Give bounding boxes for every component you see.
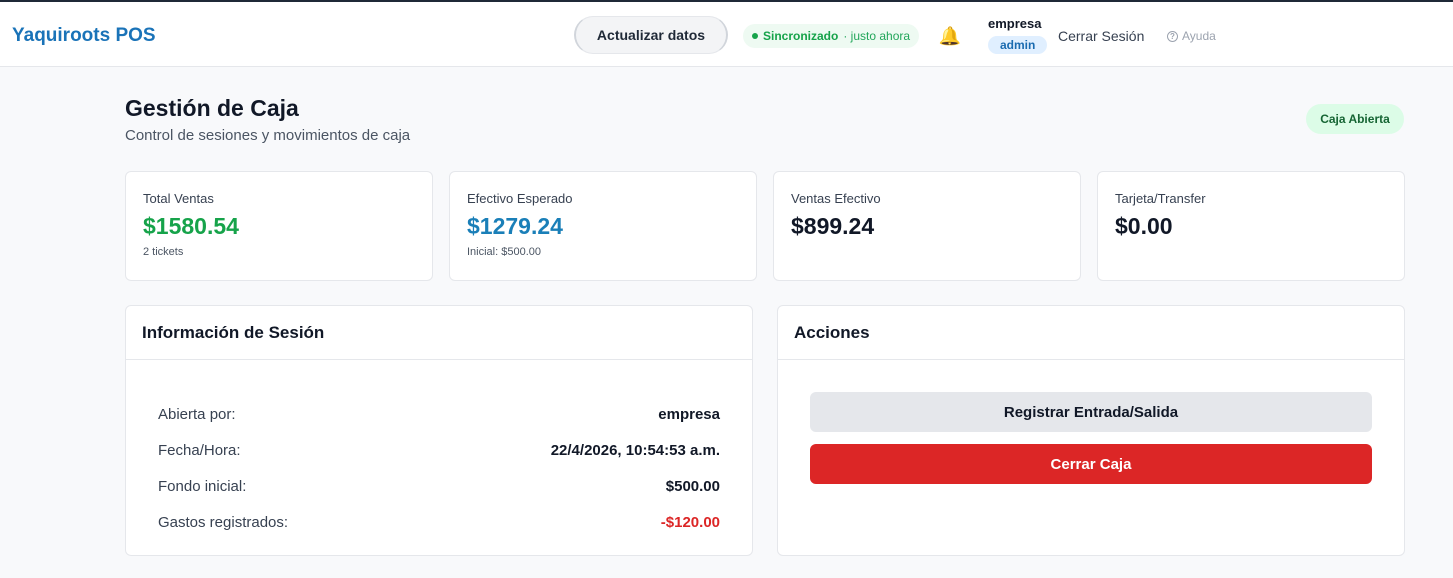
stat-value: $899.24 (791, 213, 875, 239)
stat-value: $0.00 (1115, 213, 1173, 239)
sync-status-text: Sincronizado (763, 29, 839, 43)
actions-panel-title: Acciones (778, 306, 1404, 360)
sync-time-text: · justo ahora (843, 29, 911, 43)
sync-status-badge: Sincronizado · justo ahora (743, 24, 920, 48)
user-info: empresa admin (988, 16, 1048, 54)
info-value: 22/4/2026, 10:54:53 a.m. (550, 441, 720, 459)
stat-note: Inicial: $500.00 (467, 246, 541, 258)
session-info-list: Abierta por: empresa Fecha/Hora: 22/4/20… (126, 360, 752, 540)
actions-panel: Acciones Registrar Entrada/Salida Cerrar… (777, 305, 1405, 556)
stat-note: 2 tickets (143, 246, 184, 258)
register-status-badge: Caja Abierta (1306, 104, 1404, 134)
stat-card-card-transfer: Tarjeta/Transfer $0.00 (1097, 171, 1405, 281)
stat-label: Tarjeta/Transfer (1115, 191, 1206, 206)
info-label: Gastos registrados: (158, 513, 289, 531)
close-register-button[interactable]: Cerrar Caja (810, 444, 1372, 484)
info-value: empresa (658, 405, 720, 423)
stat-label: Efectivo Esperado (467, 191, 573, 206)
help-icon: ? (1167, 30, 1178, 42)
info-label: Abierta por: (158, 405, 236, 423)
notification-bell-icon[interactable]: 🔔 (938, 24, 962, 48)
session-info-panel: Información de Sesión Abierta por: empre… (125, 305, 753, 556)
stat-card-total-sales: Total Ventas $1580.54 2 tickets (125, 171, 433, 281)
info-label: Fecha/Hora: (158, 441, 241, 459)
brand-logo[interactable]: Yaquiroots POS (12, 25, 156, 47)
role-badge: admin (988, 36, 1048, 54)
stat-label: Ventas Efectivo (791, 191, 881, 206)
page-subtitle: Control de sesiones y movimientos de caj… (125, 127, 411, 144)
session-row-opened-by: Abierta por: empresa (158, 396, 720, 432)
session-row-datetime: Fecha/Hora: 22/4/2026, 10:54:53 a.m. (158, 432, 720, 468)
sync-dot-icon (752, 33, 758, 39)
stat-value: $1580.54 (143, 213, 239, 239)
stat-card-cash-sales: Ventas Efectivo $899.24 (773, 171, 1081, 281)
info-value: $500.00 (665, 477, 720, 495)
actions-body: Registrar Entrada/Salida Cerrar Caja (778, 360, 1404, 484)
user-name: empresa (988, 16, 1042, 31)
info-label: Fondo inicial: (158, 477, 247, 495)
top-bar: Yaquiroots POS Actualizar datos Sincroni… (0, 0, 1453, 67)
page-title: Gestión de Caja (125, 95, 299, 121)
session-row-initial-fund: Fondo inicial: $500.00 (158, 468, 720, 504)
help-link[interactable]: ? Ayuda (1167, 29, 1216, 43)
session-panel-title: Información de Sesión (126, 306, 752, 360)
refresh-data-button[interactable]: Actualizar datos (574, 16, 728, 54)
help-label: Ayuda (1182, 29, 1216, 43)
register-in-out-button[interactable]: Registrar Entrada/Salida (810, 392, 1372, 432)
stat-label: Total Ventas (143, 191, 214, 206)
session-row-expenses: Gastos registrados: -$120.00 (158, 504, 720, 540)
info-value: -$120.00 (660, 513, 720, 531)
stat-card-expected-cash: Efectivo Esperado $1279.24 Inicial: $500… (449, 171, 757, 281)
logout-link[interactable]: Cerrar Sesión (1058, 28, 1144, 44)
stat-value: $1279.24 (467, 213, 563, 239)
